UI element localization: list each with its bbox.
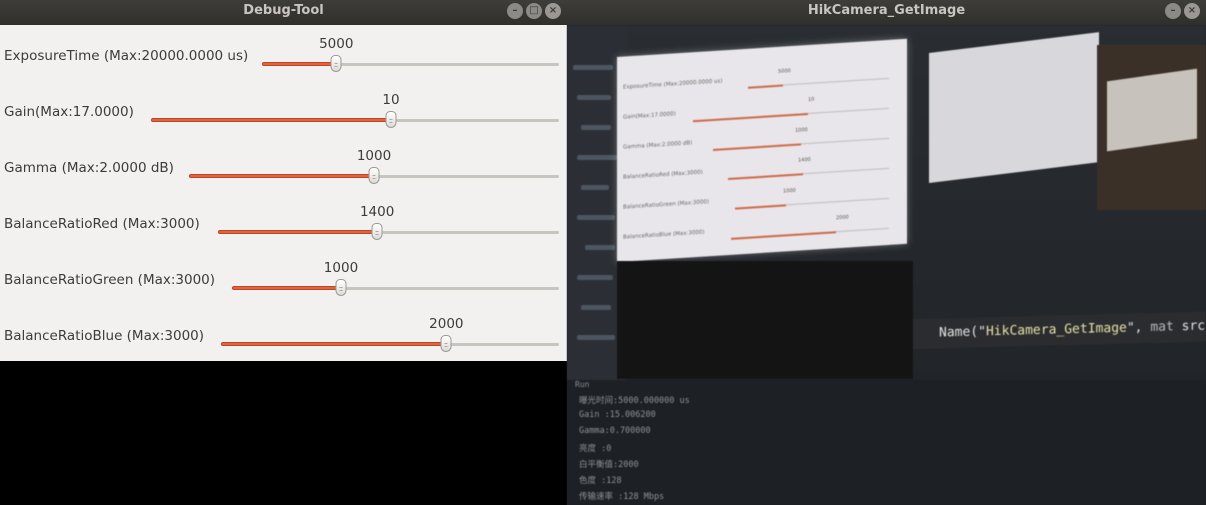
captured-slider-fill (713, 143, 801, 151)
minimize-icon[interactable]: – (1165, 3, 1181, 19)
code-prefix: Name(" (939, 324, 986, 341)
captured-slider (731, 227, 889, 240)
slider-value: 1000 (323, 260, 359, 276)
captured-debug-tool: ExposureTime (Max:20000.0000 us) 5000 Ga… (617, 38, 907, 262)
exposure-time-slider[interactable] (262, 55, 559, 72)
captured-slider-fill (748, 84, 784, 89)
code-suffix: ", (1126, 319, 1151, 336)
captured-slider-fill (693, 112, 809, 123)
captured-slider-value: 1000 (783, 187, 796, 195)
captured-terminal: Run 曝光时间:5000.000000 us Gain :15.006200 … (567, 380, 1206, 505)
camera-image: ExposureTime (Max:20000.0000 us) 5000 Ga… (567, 25, 1206, 505)
slider-value: 5000 (319, 36, 354, 52)
slider-row-gain: Gain(Max:17.0000) 10 (0, 84, 567, 140)
slider-row-exposure-time: ExposureTime (Max:20000.0000 us) 5000 (0, 28, 567, 84)
captured-slider-value: 5000 (778, 68, 791, 75)
captured-slider (748, 77, 889, 89)
slider-fill (221, 342, 447, 346)
captured-slider-value: 2000 (836, 214, 849, 222)
captured-slider-value: 1400 (798, 156, 811, 164)
captured-slider-label: BalanceRatioRed (Max:3000) (623, 169, 703, 181)
captured-slider-fill (731, 231, 837, 240)
slider-label: BalanceRatioRed (Max:3000) (4, 216, 200, 232)
captured-slider (728, 167, 889, 181)
slider-handle[interactable] (330, 55, 342, 72)
code-string: HikCamera_GetImage (985, 320, 1127, 340)
code-keyword: mat (1150, 319, 1174, 335)
close-icon[interactable]: × (1184, 3, 1200, 19)
captured-slider-label: ExposureTime (Max:20000.0000 us) (623, 78, 723, 91)
slider-value: 1400 (359, 204, 395, 220)
slider-row-balance-ratio-blue: BalanceRatioBlue (Max:3000) 2000 (0, 308, 567, 364)
slider-label: BalanceRatioGreen (Max:3000) (4, 272, 216, 288)
slider-panel: ExposureTime (Max:20000.0000 us) 5000 Ga… (0, 25, 567, 361)
captured-slider-label: BalanceRatioGreen (Max:3000) (623, 199, 709, 211)
slider-fill (262, 62, 337, 66)
captured-background-window (1097, 45, 1206, 210)
captured-slider (693, 107, 889, 123)
slider-value: 10 (382, 92, 400, 108)
gamma-slider[interactable] (189, 167, 559, 184)
slider-fill (189, 174, 374, 178)
slider-row-balance-ratio-green: BalanceRatioGreen (Max:3000) 1000 (0, 252, 567, 308)
slider-label: ExposureTime (Max:20000.0000 us) (4, 48, 249, 64)
slider-handle[interactable] (335, 279, 347, 296)
captured-slider-value: 1000 (795, 127, 808, 134)
maximize-icon[interactable]: □ (526, 3, 542, 19)
slider-fill (151, 118, 391, 122)
terminal-line: Gamma:0.700000 (579, 426, 651, 436)
minimize-icon[interactable]: – (507, 3, 523, 19)
debug-tool-window: Debug-Tool – □ × ExposureTime (Max:20000… (0, 0, 567, 505)
terminal-line: 曝光时间:5000.000000 us (579, 396, 690, 406)
slider-label: Gamma (Max:2.0000 dB) (4, 160, 174, 176)
slider-fill (218, 230, 378, 234)
slider-value: 1000 (356, 148, 392, 164)
balance-ratio-red-slider[interactable] (218, 223, 559, 240)
slider-handle[interactable] (371, 223, 383, 240)
captured-slider-label: BalanceRatioBlue (Max:3000) (623, 229, 705, 241)
slider-handle[interactable] (368, 167, 380, 184)
slider-row-gamma: Gamma (Max:2.0000 dB) 1000 (0, 140, 567, 196)
captured-slider (735, 197, 889, 210)
camera-window: HikCamera_GetImage – × ExposureTime (Max… (567, 0, 1206, 505)
slider-handle[interactable] (440, 335, 452, 352)
slider-fill (232, 286, 341, 290)
terminal-line: 亮度 :0 (579, 444, 612, 454)
camera-titlebar[interactable]: HikCamera_GetImage – × (567, 0, 1206, 25)
captured-slider-label: Gamma (Max:2.0000 dB) (623, 140, 693, 151)
terminal-tab: Run (575, 380, 590, 389)
debug-tool-title: Debug-Tool (243, 3, 324, 18)
slider-handle[interactable] (385, 111, 397, 128)
captured-slider-fill (735, 204, 787, 210)
captured-slider-fill (728, 173, 804, 181)
terminal-line: 传输速率 :128 Mbps (579, 492, 665, 502)
terminal-line: 色度 :128 (579, 476, 622, 486)
captured-slider-value: 10 (808, 96, 815, 103)
slider-value: 2000 (429, 316, 464, 332)
terminal-line: Gain :15.006200 (579, 410, 656, 420)
slider-row-balance-ratio-red: BalanceRatioRed (Max:3000) 1400 (0, 196, 567, 252)
captured-slider (713, 137, 889, 151)
captured-slider-label: Gain(Max:17.0000) (623, 111, 676, 121)
captured-debug-tool-dark-area (617, 261, 913, 379)
camera-title: HikCamera_GetImage (807, 3, 966, 18)
captured-nested-window (929, 32, 1099, 184)
captured-code-line: Name("HikCamera_GetImage", mat src); (913, 310, 1206, 350)
terminal-line: 白平衡值:2000 (579, 460, 639, 470)
slider-label: Gain(Max:17.0000) (4, 104, 134, 120)
debug-tool-titlebar[interactable]: Debug-Tool – □ × (0, 0, 567, 25)
gain-slider[interactable] (151, 111, 559, 128)
balance-ratio-blue-slider[interactable] (221, 335, 559, 352)
close-icon[interactable]: × (545, 3, 561, 19)
balance-ratio-green-slider[interactable] (232, 279, 559, 296)
code-arg: src); (1181, 318, 1206, 335)
slider-label: BalanceRatioBlue (Max:3000) (4, 328, 205, 344)
